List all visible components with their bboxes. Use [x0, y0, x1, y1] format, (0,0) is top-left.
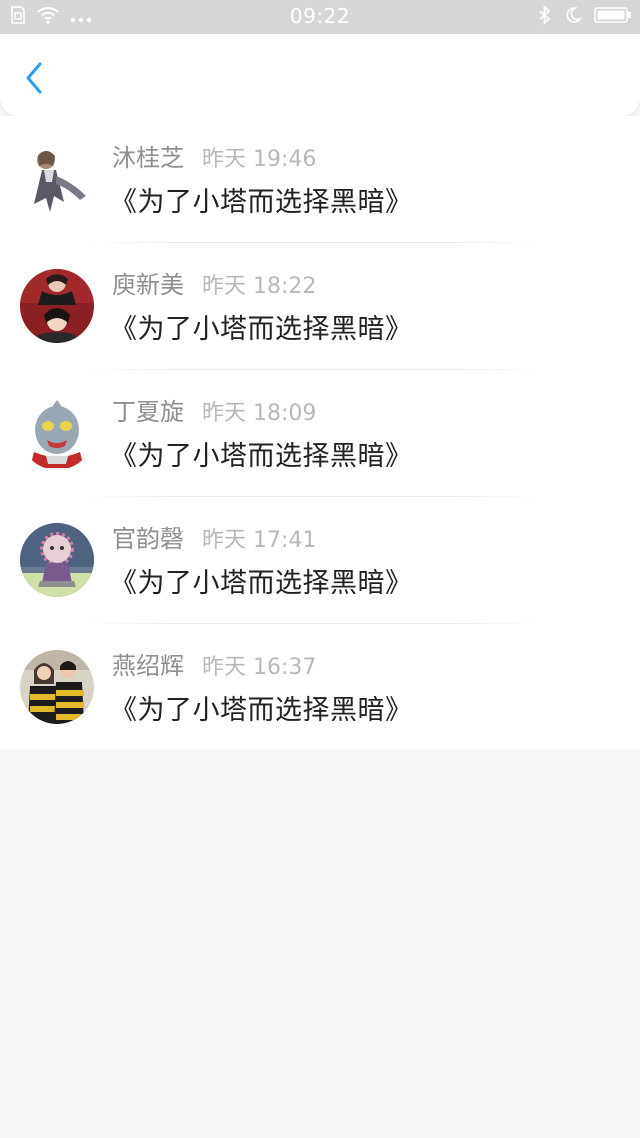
- comment-meta: 官韵磬 昨天 17:41: [112, 519, 316, 553]
- list-item[interactable]: 沐桂芝 昨天 19:46 《为了小塔而选择黑暗》: [0, 116, 640, 243]
- list-item[interactable]: 丁夏旋 昨天 18:09 《为了小塔而选择黑暗》: [0, 370, 640, 497]
- photo-avatar[interactable]: [20, 269, 94, 343]
- back-button[interactable]: [18, 60, 50, 100]
- comment-text: 《为了小塔而选择黑暗》: [110, 187, 413, 218]
- comment-text: 《为了小塔而选择黑暗》: [110, 695, 413, 726]
- list-item[interactable]: 官韵磬 昨天 17:41 《为了小塔而选择黑暗》: [0, 497, 640, 624]
- commenter-name[interactable]: 燕绍辉: [112, 646, 184, 681]
- status-right-icons: [538, 4, 632, 29]
- bluetooth-icon: [538, 4, 552, 29]
- comment-meta: 燕绍辉 昨天 16:37: [112, 646, 316, 680]
- moon-icon: [564, 6, 583, 28]
- comment-time: 昨天 16:37: [202, 655, 317, 680]
- doll-avatar[interactable]: [20, 523, 94, 597]
- status-bar: 09:22: [0, 0, 640, 34]
- comment-time: 昨天 18:09: [202, 401, 317, 426]
- comment-meta: 丁夏旋 昨天 18:09: [112, 392, 316, 426]
- commenter-name[interactable]: 庾新美: [112, 265, 184, 300]
- commenter-name[interactable]: 沐桂芝: [112, 138, 184, 173]
- comment-list: 沐桂芝 昨天 19:46 《为了小塔而选择黑暗》 庾新美 昨天 18:22 《为…: [0, 116, 640, 749]
- comment-text: 《为了小塔而选择黑暗》: [110, 568, 413, 599]
- comment-text: 《为了小塔而选择黑暗》: [110, 314, 413, 345]
- commenter-name[interactable]: 官韵磬: [112, 519, 184, 554]
- ultraman-avatar[interactable]: [20, 396, 94, 470]
- commenter-name[interactable]: 丁夏旋: [112, 392, 184, 427]
- comment-meta: 庾新美 昨天 18:22: [112, 265, 316, 299]
- comment-text: 《为了小塔而选择黑暗》: [110, 441, 413, 472]
- anime-girl-avatar[interactable]: [20, 142, 94, 216]
- comment-meta: 沐桂芝 昨天 19:46: [112, 138, 316, 172]
- couple-avatar[interactable]: [20, 650, 94, 724]
- comment-time: 昨天 19:46: [202, 147, 317, 172]
- comment-time: 昨天 18:22: [202, 274, 317, 299]
- list-item[interactable]: 庾新美 昨天 18:22 《为了小塔而选择黑暗》: [0, 243, 640, 370]
- comment-time: 昨天 17:41: [202, 528, 317, 553]
- chevron-left-icon: [23, 61, 45, 99]
- battery-icon: [594, 6, 632, 28]
- list-item[interactable]: 燕绍辉 昨天 16:37 《为了小塔而选择黑暗》: [0, 624, 640, 751]
- nav-bar: [0, 34, 640, 116]
